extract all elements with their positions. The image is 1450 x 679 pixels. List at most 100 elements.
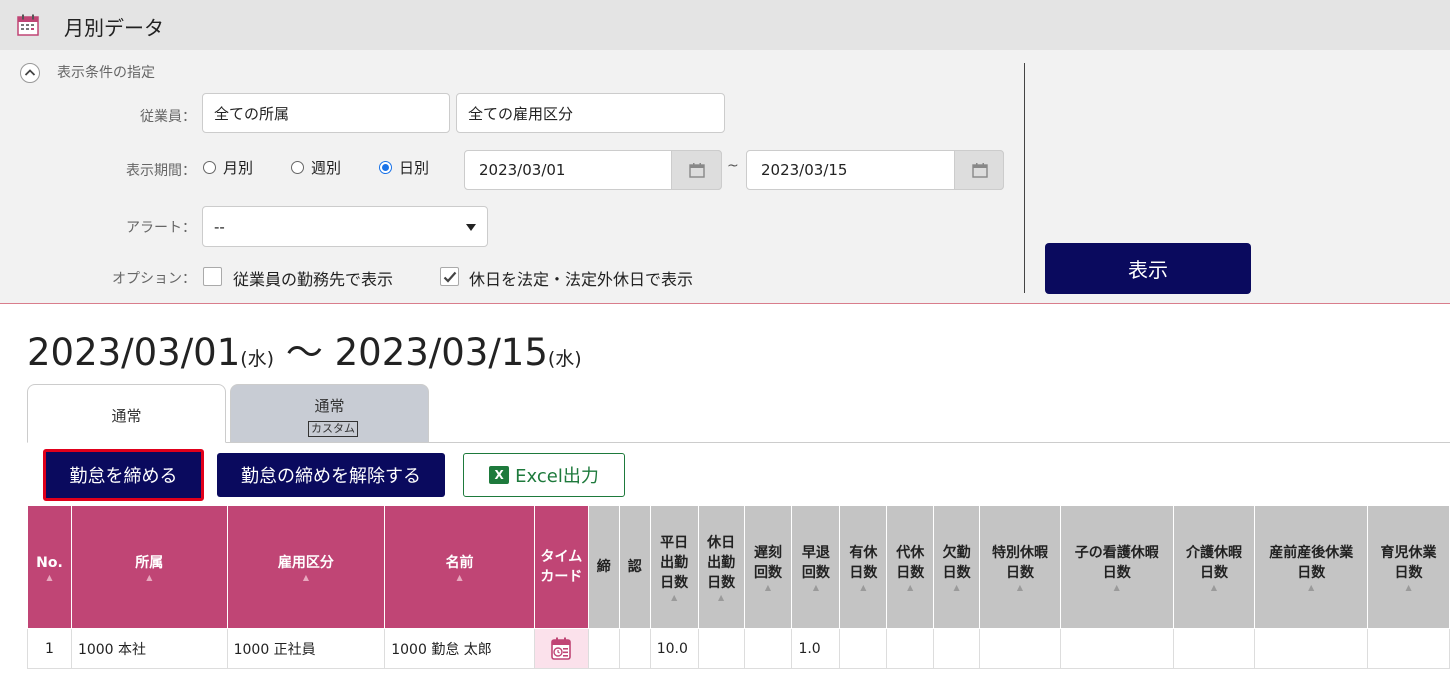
col-emp-type[interactable]: 雇用区分 ▲ — [226, 505, 386, 629]
excel-export-button[interactable]: X Excel出力 — [463, 453, 625, 497]
tab-bottom-line — [226, 442, 1450, 443]
col-paid[interactable]: 有休 日数 ▲ — [839, 505, 888, 629]
cell-care — [1172, 628, 1256, 669]
date-to-calendar-button[interactable] — [954, 150, 1004, 190]
col-early[interactable]: 早退 回数 ▲ — [791, 505, 841, 629]
cell-timecard[interactable] — [533, 628, 589, 669]
col-absent-label: 欠勤 日数 — [942, 544, 971, 581]
period-heading: 2023/03/01(水) 〜 2023/03/15(水) — [27, 322, 582, 376]
col-absent[interactable]: 欠勤 日数 ▲ — [933, 505, 981, 629]
cell-paid — [839, 628, 888, 669]
radio-monthly[interactable] — [203, 161, 216, 174]
col-care[interactable]: 介護休暇 日数 ▲ — [1172, 505, 1256, 629]
filter-divider — [1024, 63, 1025, 293]
period-from: 2023/03/01 — [27, 331, 241, 374]
col-shime-label: 締 — [596, 559, 611, 575]
alert-select-value: -- — [214, 217, 225, 236]
excel-icon-letter: X — [494, 468, 504, 482]
col-no[interactable]: No. ▲ — [27, 505, 72, 629]
alert-select[interactable]: -- — [202, 206, 488, 247]
show-button[interactable]: 表示 — [1045, 243, 1251, 294]
col-paid-label: 有休 日数 — [849, 544, 878, 581]
period-from-dow: (水) — [240, 348, 275, 370]
col-name-label: 名前 — [445, 554, 474, 571]
cell-no: 1 — [27, 628, 72, 669]
period-to-dow: (水) — [547, 348, 582, 370]
close-attendance-button[interactable]: 勤怠を締める — [43, 449, 204, 501]
page-title: 月別データ — [64, 16, 164, 40]
col-holiday[interactable]: 休日 出勤 日数 ▲ — [697, 505, 745, 629]
cell-childcare — [1367, 628, 1450, 669]
cell-nin — [618, 628, 651, 669]
col-comp[interactable]: 代休 日数 ▲ — [886, 505, 935, 629]
tab-custom-label: 通常 — [314, 397, 345, 415]
col-nin-label: 認 — [627, 559, 642, 575]
collapse-icon[interactable] — [19, 62, 41, 84]
option-checkbox-holiday[interactable] — [440, 267, 459, 286]
col-special[interactable]: 特別休暇 日数 ▲ — [979, 505, 1061, 629]
radio-daily-label: 日別 — [399, 159, 430, 177]
timecard-icon[interactable] — [550, 637, 572, 661]
option-label-holiday: 休日を法定・法定外休日で表示 — [469, 270, 694, 289]
col-late[interactable]: 遅刻 回数 ▲ — [743, 505, 793, 629]
table-row[interactable]: 1 1000 本社 1000 正社員 1000 勤怠 太郎 10.0 1.0 — [27, 628, 1450, 669]
col-comp-label: 代休 日数 — [896, 544, 925, 581]
col-weekday-label: 平日 出勤 日数 — [660, 534, 689, 591]
col-nursing[interactable]: 子の看護休暇 日数 ▲ — [1059, 505, 1174, 629]
employee-label: 従業員： — [140, 109, 196, 125]
calendar-icon — [17, 14, 39, 36]
col-holiday-label: 休日 出勤 日数 — [707, 534, 736, 591]
option-checkbox-workplace[interactable] — [203, 267, 222, 286]
col-shime: 締 — [587, 505, 620, 629]
col-maternity[interactable]: 産前産後休業 日数 ▲ — [1254, 505, 1369, 629]
cell-maternity — [1254, 628, 1369, 669]
cell-shime — [587, 628, 620, 669]
radio-weekly[interactable] — [291, 161, 304, 174]
cell-nursing — [1059, 628, 1174, 669]
col-childcare-label: 育児休業 日数 — [1380, 544, 1437, 581]
col-late-label: 遅刻 回数 — [754, 544, 782, 581]
filter-section-label: 表示条件の指定 — [57, 65, 155, 81]
chevron-down-icon — [466, 224, 476, 231]
tab-normal[interactable]: 通常 — [27, 384, 226, 443]
table-header-row: No. ▲ 所属 ▲ 雇用区分 ▲ 名前 ▲ タイム カード 締 認 平日 出勤 日数 ▲… — [27, 505, 1450, 629]
cell-weekday: 10.0 — [649, 628, 699, 669]
col-emp-type-label: 雇用区分 — [277, 554, 334, 571]
employment-type-select[interactable]: 全ての雇用区分 — [456, 93, 725, 133]
period-label: 表示期間： — [126, 163, 196, 179]
calendar-icon — [972, 163, 988, 178]
cell-name: 1000 勤怠 太郎 — [384, 628, 535, 669]
col-early-label: 早退 回数 — [801, 544, 830, 581]
cell-holiday — [697, 628, 745, 669]
unclose-attendance-button[interactable]: 勤怠の締めを解除する — [217, 453, 445, 497]
cell-late — [743, 628, 793, 669]
tab-normal-custom[interactable]: 通常 カスタム — [230, 384, 429, 442]
excel-export-label: Excel出力 — [515, 466, 599, 487]
calendar-icon — [689, 163, 705, 178]
col-nin: 認 — [618, 505, 651, 629]
col-dept[interactable]: 所属 ▲ — [70, 505, 228, 629]
radio-monthly-label: 月別 — [223, 159, 254, 177]
cell-special — [979, 628, 1061, 669]
attendance-table: No. ▲ 所属 ▲ 雇用区分 ▲ 名前 ▲ タイム カード 締 認 平日 出勤 日数 ▲… — [27, 505, 1450, 669]
col-name[interactable]: 名前 ▲ — [384, 505, 535, 629]
filter-panel: 表示条件の指定 従業員： 全ての所属 全ての雇用区分 表示期間： 月別 週別 日… — [0, 50, 1450, 304]
checkmark-icon — [443, 271, 457, 283]
department-select[interactable]: 全ての所属 — [202, 93, 450, 133]
radio-daily[interactable] — [379, 161, 392, 174]
col-nursing-label: 子の看護休暇 日数 — [1074, 544, 1159, 581]
cell-early: 1.0 — [791, 628, 841, 669]
col-timecard-label: タイム カード — [540, 549, 583, 585]
date-from-calendar-button[interactable] — [671, 150, 722, 190]
col-childcare[interactable]: 育児休業 日数 ▲ — [1367, 505, 1450, 629]
title-bar: 月別データ — [0, 0, 1450, 50]
col-care-label: 介護休暇 日数 — [1185, 544, 1242, 581]
excel-icon: X — [489, 466, 510, 484]
alert-label: アラート： — [126, 220, 196, 236]
col-special-label: 特別休暇 日数 — [991, 544, 1048, 581]
period-separator: 〜 — [274, 331, 335, 374]
cell-comp — [886, 628, 935, 669]
col-timecard: タイム カード — [533, 505, 589, 629]
option-label: オプション： — [112, 271, 196, 287]
col-weekday[interactable]: 平日 出勤 日数 ▲ — [649, 505, 699, 629]
